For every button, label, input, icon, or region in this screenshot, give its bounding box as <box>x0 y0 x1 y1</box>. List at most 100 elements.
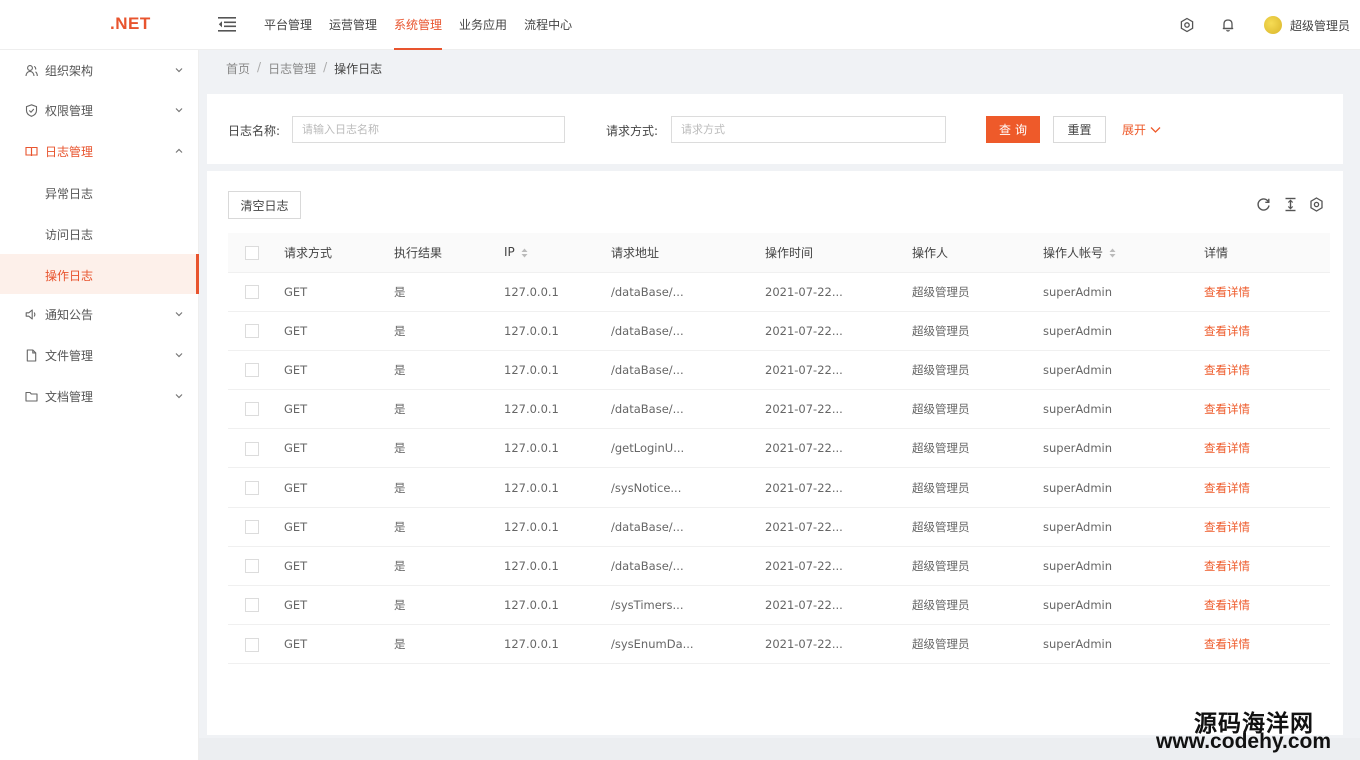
sidebar-item-notices[interactable]: 通知公告 <box>0 294 199 334</box>
clear-logs-button[interactable]: 清空日志 <box>228 191 301 219</box>
refresh-icon[interactable] <box>1256 197 1271 212</box>
row-checkbox[interactable] <box>245 480 259 495</box>
cell-ip: 127.0.0.1 <box>504 428 611 469</box>
cell-ip: 127.0.0.1 <box>504 624 611 665</box>
settings-icon[interactable] <box>1309 197 1324 212</box>
view-details-link[interactable]: 查看详情 <box>1204 481 1250 495</box>
bell-icon[interactable] <box>1220 17 1236 33</box>
watermark-url: www.codehy.com <box>1156 730 1332 753</box>
app-logo[interactable]: .NET <box>110 14 151 34</box>
reset-button[interactable]: 重置 <box>1053 116 1106 143</box>
cell-result: 是 <box>394 507 504 547</box>
cell-result: 是 <box>394 585 504 626</box>
sidebar-item-files[interactable]: 文件管理 <box>0 335 199 375</box>
row-checkbox[interactable] <box>245 284 259 299</box>
topnav-item-system[interactable]: 系统管理 <box>394 0 443 50</box>
column-header-time: 操作时间 <box>765 233 912 273</box>
menu-fold-icon[interactable] <box>218 16 236 32</box>
column-header-account[interactable]: 操作人帐号 <box>1043 233 1204 273</box>
row-checkbox[interactable] <box>245 598 259 613</box>
view-details-link[interactable]: 查看详情 <box>1204 402 1250 416</box>
row-checkbox[interactable] <box>245 559 259 574</box>
topnav-item-platform[interactable]: 平台管理 <box>264 0 312 50</box>
cell-url: /dataBase/... <box>611 311 765 351</box>
cell-account: superAdmin <box>1043 624 1204 665</box>
sidebar-subitem-access-log[interactable]: 访问日志 <box>0 213 199 253</box>
row-select-cell <box>228 311 284 351</box>
row-checkbox[interactable] <box>245 363 259 378</box>
query-button[interactable]: 查询 <box>986 116 1040 143</box>
view-details-link[interactable]: 查看详情 <box>1204 598 1250 612</box>
view-details-link[interactable]: 查看详情 <box>1204 520 1250 534</box>
cell-time: 2021-07-22... <box>765 546 912 587</box>
breadcrumb-home[interactable]: 首页 <box>226 60 250 77</box>
cell-details: 查看详情 <box>1204 350 1330 391</box>
cell-account: superAdmin <box>1043 272 1204 312</box>
cell-time: 2021-07-22... <box>765 624 912 665</box>
view-details-link[interactable]: 查看详情 <box>1204 363 1250 377</box>
cell-url: /dataBase/... <box>611 507 765 547</box>
user-menu[interactable]: 超级管理员 <box>1264 16 1350 34</box>
cell-method: GET <box>284 428 394 469</box>
row-select-cell <box>228 467 284 508</box>
sidebar-subitem-label: 异常日志 <box>45 187 94 201</box>
cell-time: 2021-07-22... <box>765 311 912 351</box>
sidebar-item-label: 文档管理 <box>45 389 94 404</box>
sort-icon[interactable] <box>521 248 528 258</box>
view-details-link[interactable]: 查看详情 <box>1204 441 1250 455</box>
cell-details: 查看详情 <box>1204 272 1330 312</box>
chevron-down-icon <box>175 108 183 113</box>
sort-icon[interactable] <box>1109 248 1116 258</box>
table-row: GET 是 127.0.0.1/dataBase/... 2021-07-22... 超… <box>228 350 1330 391</box>
column-height-icon[interactable] <box>1283 197 1298 212</box>
view-details-link[interactable]: 查看详情 <box>1204 637 1250 651</box>
view-details-link[interactable]: 查看详情 <box>1204 559 1250 573</box>
table-row: GET 是 127.0.0.1/getLoginU... 2021-07-22... 超… <box>228 428 1330 469</box>
view-details-link[interactable]: 查看详情 <box>1204 324 1250 338</box>
row-checkbox[interactable] <box>245 402 259 417</box>
cell-details: 查看详情 <box>1204 624 1330 665</box>
sidebar-item-label: 文件管理 <box>45 348 94 363</box>
expand-link[interactable]: 展开 <box>1122 121 1161 138</box>
cell-account: superAdmin <box>1043 546 1204 587</box>
cell-url: /dataBase/... <box>611 350 765 391</box>
chevron-down-icon <box>175 353 183 358</box>
row-checkbox[interactable] <box>245 637 259 652</box>
cell-account: superAdmin <box>1043 585 1204 626</box>
sidebar-item-permissions[interactable]: 权限管理 <box>0 90 199 130</box>
row-select-cell <box>228 428 284 469</box>
cell-method: GET <box>284 585 394 626</box>
sidebar-subitem-exception-log[interactable]: 异常日志 <box>0 172 199 212</box>
log-name-input[interactable] <box>292 116 565 143</box>
table-row: GET 是 127.0.0.1/sysTimers... 2021-07-22... 超… <box>228 585 1330 626</box>
row-select-cell <box>228 624 284 665</box>
chevron-down-icon <box>1150 126 1161 133</box>
view-details-link[interactable]: 查看详情 <box>1204 285 1250 299</box>
breadcrumb: 首页 / 日志管理 / 操作日志 <box>226 60 382 77</box>
sidebar-subitem-operation-log[interactable]: 操作日志 <box>0 254 199 294</box>
sidebar-item-label: 日志管理 <box>45 144 94 159</box>
cell-method: GET <box>284 624 394 665</box>
cell-operator: 超级管理员 <box>912 624 1043 665</box>
sidebar-item-documents[interactable]: 文档管理 <box>0 376 199 416</box>
cell-method: GET <box>284 389 394 430</box>
column-header-ip[interactable]: IP <box>504 233 611 273</box>
topnav-item-operations[interactable]: 运营管理 <box>329 0 377 50</box>
breadcrumb-log-management[interactable]: 日志管理 <box>268 60 316 77</box>
cell-url: /sysEnumDa... <box>611 624 765 665</box>
select-all-checkbox[interactable] <box>245 245 259 260</box>
row-checkbox[interactable] <box>245 441 259 456</box>
topnav-item-workflow[interactable]: 流程中心 <box>524 0 572 50</box>
table-row: GET 是 127.0.0.1/dataBase/... 2021-07-22... 超… <box>228 272 1330 312</box>
request-method-input[interactable] <box>671 116 946 143</box>
sidebar-item-logs[interactable]: 日志管理 <box>0 131 199 171</box>
row-checkbox[interactable] <box>245 324 259 339</box>
settings-icon[interactable] <box>1179 17 1195 33</box>
sidebar-item-org[interactable]: 组织架构 <box>0 50 199 90</box>
expand-label: 展开 <box>1122 123 1147 137</box>
cell-account: superAdmin <box>1043 389 1204 430</box>
row-checkbox[interactable] <box>245 519 259 534</box>
cell-ip: 127.0.0.1 <box>504 389 611 430</box>
topnav-item-business[interactable]: 业务应用 <box>459 0 507 50</box>
cell-method: GET <box>284 507 394 547</box>
